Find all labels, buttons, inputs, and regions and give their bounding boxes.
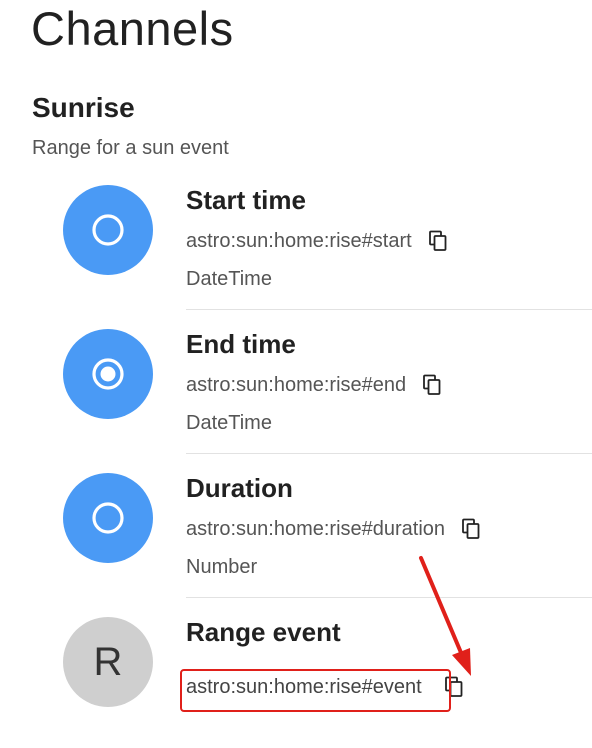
channel-name: Range event — [186, 617, 341, 647]
channel-group-description: Range for a sun event — [32, 137, 229, 159]
channel-type: Number — [186, 556, 258, 578]
channel-type: DateTime — [186, 412, 272, 434]
channel-type: DateTime — [186, 268, 272, 290]
copy-icon[interactable] — [428, 230, 448, 252]
copy-icon[interactable] — [422, 374, 442, 396]
copy-icon[interactable] — [461, 518, 481, 540]
avatar: R — [63, 617, 153, 707]
channel-item-start-time[interactable]: Start time astro:sun:home:rise#start Dat… — [0, 166, 592, 310]
page-title: Channels — [31, 2, 234, 55]
annotation-highlight-box — [180, 669, 451, 712]
channel-name: Start time — [186, 185, 306, 215]
radio-unchecked-icon — [63, 185, 153, 275]
channel-uid: astro:sun:home:rise#start — [186, 230, 412, 252]
channel-item-duration[interactable]: Duration astro:sun:home:rise#duration Nu… — [0, 454, 592, 598]
channels-page: Channels Sunrise Range for a sun event S… — [0, 0, 592, 748]
channel-uid: astro:sun:home:rise#duration — [186, 518, 446, 540]
channel-name: End time — [186, 329, 296, 359]
channel-uid-row: astro:sun:home:rise#start — [186, 226, 448, 256]
channel-group-title: Sunrise — [32, 92, 135, 123]
channel-uid: astro:sun:home:rise#end — [186, 374, 407, 396]
channel-name: Duration — [186, 473, 293, 503]
channel-uid-row: astro:sun:home:rise#duration — [186, 514, 481, 544]
radio-checked-icon — [63, 329, 153, 419]
radio-unchecked-icon — [63, 473, 153, 563]
channel-uid-row: astro:sun:home:rise#end — [186, 370, 442, 400]
channel-item-end-time[interactable]: End time astro:sun:home:rise#end DateTim… — [0, 310, 592, 454]
